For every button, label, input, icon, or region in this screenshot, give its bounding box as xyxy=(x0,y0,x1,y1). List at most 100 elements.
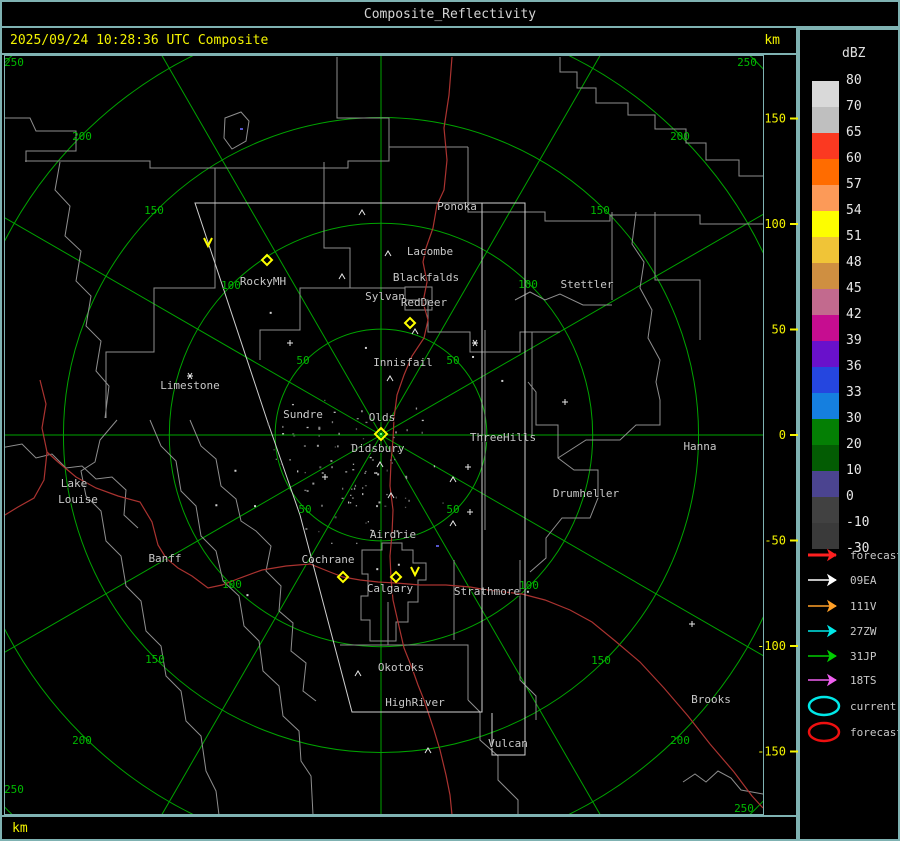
asterisk-marker-icon xyxy=(472,339,478,347)
clutter-speckle xyxy=(374,472,377,474)
radar-map-canvas[interactable]: 50 5050 50100 100100 100150 150150 150200 20020… xyxy=(0,0,900,841)
city-label: Hanna xyxy=(683,440,716,453)
range-ring-label: 200 xyxy=(670,130,690,143)
clutter-speckle xyxy=(501,379,504,382)
clutter-speckle xyxy=(269,311,272,314)
clutter-speckle xyxy=(331,542,333,545)
range-ring-label: 250 xyxy=(737,56,757,69)
clutter-speckle xyxy=(421,431,423,434)
clutter-speckle xyxy=(333,411,336,413)
colorbar-tick-label: 30 xyxy=(846,411,862,426)
county-boundary xyxy=(557,211,661,459)
clutter-speckle xyxy=(365,470,367,473)
clutter-speckle xyxy=(354,484,357,487)
plus-marker-icon xyxy=(689,621,695,627)
clutter-speckle xyxy=(415,407,418,410)
clutter-speckle xyxy=(338,432,340,435)
colorbar-swatch xyxy=(812,393,839,419)
clutter-speckle xyxy=(331,466,333,469)
clutter-speckle xyxy=(304,471,306,474)
colorbar-tick-label: 42 xyxy=(846,307,862,322)
side-panel: dBZ 80 70 65 60 57 54 51 48 45 42 39 36 33 30 20 10 0 -10… xyxy=(798,28,900,841)
city-label: Vulcan xyxy=(488,737,528,750)
clutter-speckle xyxy=(394,458,396,461)
clutter-speckle xyxy=(318,435,320,437)
timestamp-label: 2025/09/24 10:28:36 UTC Composite xyxy=(10,33,269,48)
clutter-speckle xyxy=(393,436,395,439)
clutter-speckle xyxy=(352,463,355,465)
city-label: Cochrane xyxy=(302,553,355,566)
colorbar-tick-label: 10 xyxy=(846,463,862,478)
clutter-speckle xyxy=(408,499,410,502)
clutter-speckle xyxy=(362,487,364,490)
clutter-speckle xyxy=(347,501,350,504)
clutter-speckle xyxy=(306,426,309,429)
x-axis-bar: km xyxy=(0,817,798,841)
clutter-speckle xyxy=(331,421,334,424)
city-label: ThreeHills xyxy=(470,431,536,444)
clutter-speckle xyxy=(275,458,277,460)
clutter-speckle xyxy=(254,505,257,508)
legend-area-label: forecast xyxy=(850,726,898,739)
county-boundary xyxy=(467,699,519,814)
clutter-speckle xyxy=(386,493,389,496)
clutter-speckle xyxy=(472,355,475,358)
county-boundary xyxy=(682,770,763,795)
clutter-speckle xyxy=(356,418,359,420)
caret-marker-icon xyxy=(449,520,457,527)
clutter-speckle xyxy=(246,594,249,597)
colorbar-tick-label: 45 xyxy=(846,281,862,296)
city-label: Drumheller xyxy=(553,487,620,500)
city-label: Louise xyxy=(58,493,98,506)
colorbar-swatch xyxy=(812,471,839,497)
clutter-speckle xyxy=(362,438,365,440)
range-ring-label: 250 xyxy=(4,783,24,796)
clutter-speckle xyxy=(312,482,315,485)
clutter-speckle xyxy=(364,485,367,487)
colorbar-tick-label: 65 xyxy=(846,125,862,140)
range-ring-label: 100 xyxy=(518,278,538,291)
county-boundary xyxy=(189,419,317,702)
colorbar-swatch xyxy=(812,367,839,393)
range-ring-label: 50 xyxy=(446,503,459,516)
legend-track-label: 27ZW xyxy=(850,625,877,638)
range-ring-label: 200 xyxy=(72,734,92,747)
range-ring-label: 100 xyxy=(519,579,539,592)
clutter-speckle xyxy=(386,469,388,472)
city-label: Sylvan xyxy=(365,290,405,303)
clutter-speckle xyxy=(334,446,336,448)
clutter-speckle xyxy=(384,505,387,507)
clutter-speckle xyxy=(361,410,363,413)
clutter-speckle xyxy=(376,505,379,508)
colorbar-title: dBZ xyxy=(842,46,866,61)
range-ring-label: 150 xyxy=(144,204,164,217)
clutter-speckle xyxy=(395,431,397,434)
radial-spoke xyxy=(5,434,382,653)
clutter-speckle xyxy=(304,489,307,492)
city-label: Lacombe xyxy=(407,245,453,258)
clutter-speckle xyxy=(365,522,367,524)
clutter-speckle xyxy=(395,496,397,499)
clutter-speckle xyxy=(282,433,285,435)
clutter-speckle xyxy=(405,477,408,480)
clutter-speckle xyxy=(345,471,348,473)
range-ring-label: 150 xyxy=(590,204,610,217)
colorbar-tick-label: 57 xyxy=(846,177,862,192)
clutter-speckle xyxy=(215,504,218,507)
clutter-speckle xyxy=(282,425,284,428)
clutter-speckle xyxy=(289,459,291,461)
clutter-speckle xyxy=(334,516,337,519)
colorbar-swatch xyxy=(812,107,839,133)
header-bar: 2025/09/24 10:28:36 UTC Composite km xyxy=(0,28,798,55)
city-label: Blackfalds xyxy=(393,271,459,284)
city-label: HighRiver xyxy=(385,696,445,709)
legend-track-label: 31JP xyxy=(850,650,877,663)
clutter-speckle xyxy=(421,419,424,422)
clutter-speckle xyxy=(365,421,368,424)
county-boundary xyxy=(467,147,763,225)
colorbar-swatch xyxy=(812,237,839,263)
county-boundary xyxy=(25,146,468,169)
range-ring-label: 150 xyxy=(591,654,611,667)
station-diamond-icon xyxy=(389,570,403,584)
clutter-speckle xyxy=(341,487,344,490)
